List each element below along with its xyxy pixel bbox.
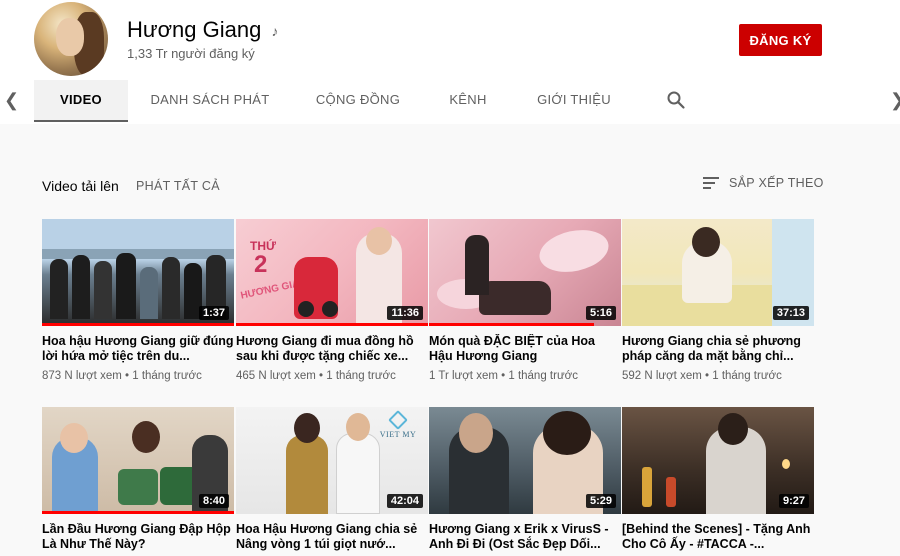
tab-video[interactable]: VIDEO — [34, 80, 128, 122]
video-duration: 11:36 — [387, 306, 423, 320]
video-thumbnail[interactable]: 8:40 — [42, 407, 234, 514]
video-duration: 8:40 — [198, 494, 229, 508]
section-title: Video tải lên — [42, 178, 119, 194]
video-duration: 5:16 — [585, 306, 616, 320]
tab-community[interactable]: CỘNG ĐỒNG — [310, 80, 406, 122]
video-meta: 592 N lượt xem • 1 tháng trước — [622, 370, 814, 382]
thumb-text-number: 2 — [254, 251, 268, 278]
video-views: 873 N lượt xem — [42, 370, 122, 382]
video-duration: 42:04 — [386, 494, 423, 508]
video-title[interactable]: Hương Giang chia sẻ phương pháp căng da … — [622, 334, 814, 364]
sort-icon — [703, 176, 719, 190]
video-thumbnail[interactable]: 9:27 — [622, 407, 814, 514]
video-duration: 9:27 — [778, 494, 809, 508]
tabs-scroll-left-icon[interactable]: ❮ — [4, 90, 19, 111]
video-meta: 465 N lượt xem • 1 tháng trước — [236, 370, 428, 382]
tab-playlists[interactable]: DANH SÁCH PHÁT — [146, 80, 274, 122]
subscriber-count: 1,33 Tr người đăng ký — [127, 46, 255, 61]
subscribe-button[interactable]: ĐĂNG KÝ — [739, 24, 822, 56]
viet-my-logo-text: VIET MY — [379, 430, 417, 439]
video-duration: 1:37 — [198, 306, 229, 320]
search-icon[interactable] — [666, 90, 686, 110]
tab-about[interactable]: GIỚI THIỆU — [532, 80, 616, 122]
video-meta: 873 N lượt xem • 1 tháng trước — [42, 370, 234, 382]
video-title[interactable]: Hoa hậu Hương Giang giữ đúng lời hứa mở … — [42, 334, 234, 364]
video-age: 1 tháng trước — [132, 370, 202, 382]
channel-name-row: Hương Giang ♪ — [127, 17, 278, 43]
watched-progress-bar — [236, 323, 428, 326]
video-duration: 5:29 — [585, 494, 616, 508]
meta-separator: • — [319, 370, 324, 382]
video-card[interactable]: 9:27 [Behind the Scenes] - Tặng Anh Cho … — [622, 407, 814, 552]
video-age: 1 tháng trước — [712, 370, 782, 382]
play-all-button[interactable]: PHÁT TẤT CẢ — [136, 179, 220, 193]
channel-name: Hương Giang — [127, 17, 262, 42]
video-title[interactable]: Hoa Hậu Hương Giang chia sẻ Nâng vòng 1 … — [236, 522, 428, 552]
video-thumbnail[interactable]: VIET MY 42:04 — [236, 407, 428, 514]
video-meta: 1 Tr lượt xem • 1 tháng trước — [429, 370, 621, 382]
video-views: 592 N lượt xem — [622, 370, 702, 382]
watched-progress-bar — [429, 323, 595, 326]
video-title[interactable]: Hương Giang đi mua đồng hồ sau khi được … — [236, 334, 428, 364]
video-thumbnail[interactable]: 37:13 — [622, 219, 814, 326]
video-card[interactable]: 5:16 Món quà ĐẶC BIỆT của Hoa Hậu Hương … — [429, 219, 621, 382]
video-card[interactable]: VIET MY 42:04 Hoa Hậu Hương Giang chia s… — [236, 407, 428, 552]
video-title[interactable]: [Behind the Scenes] - Tặng Anh Cho Cô Ấy… — [622, 522, 814, 552]
sort-label: SẮP XẾP THEO — [729, 176, 824, 190]
watched-progress-bar — [42, 511, 234, 514]
video-card[interactable]: THỨ 2 HƯƠNG GIANG 11:36 Hương Giang đi m… — [236, 219, 428, 382]
video-age: 1 tháng trước — [508, 370, 578, 382]
video-thumbnail[interactable]: 5:29 — [429, 407, 621, 514]
avatar-face — [56, 18, 84, 56]
video-card[interactable]: 5:29 Hương Giang x Erik x VirusS - Anh Đ… — [429, 407, 621, 552]
video-title[interactable]: Lần Đầu Hương Giang Đập Hộp Là Như Thế N… — [42, 522, 234, 552]
sort-button[interactable]: SẮP XẾP THEO — [703, 176, 824, 190]
meta-separator: • — [501, 370, 506, 382]
meta-separator: • — [125, 370, 130, 382]
video-card[interactable]: 1:37 Hoa hậu Hương Giang giữ đúng lời hứ… — [42, 219, 234, 382]
channel-tabs: ❮ VIDEO DANH SÁCH PHÁT CỘNG ĐỒNG KÊNH GI… — [0, 78, 900, 122]
video-duration: 37:13 — [772, 306, 809, 320]
video-thumbnail[interactable]: 1:37 — [42, 219, 234, 326]
viet-my-logo: VIET MY — [376, 410, 420, 439]
tabs-scroll-right-icon[interactable]: ❯ — [890, 90, 900, 111]
music-note-icon: ♪ — [271, 23, 279, 39]
channel-avatar[interactable] — [34, 2, 108, 76]
video-title[interactable]: Hương Giang x Erik x VirusS - Anh Đi Đi … — [429, 522, 621, 552]
video-title[interactable]: Món quà ĐẶC BIỆT của Hoa Hậu Hương Giang — [429, 334, 621, 364]
video-thumbnail[interactable]: THỨ 2 HƯƠNG GIANG 11:36 — [236, 219, 428, 326]
watched-progress-bar — [42, 323, 234, 326]
video-card[interactable]: 37:13 Hương Giang chia sẻ phương pháp că… — [622, 219, 814, 382]
uploads-section-header: Video tải lên PHÁT TẤT CẢ SẮP XẾP THEO — [0, 170, 900, 200]
tab-channels[interactable]: KÊNH — [440, 80, 496, 122]
video-views: 465 N lượt xem — [236, 370, 316, 382]
video-card[interactable]: 8:40 Lần Đầu Hương Giang Đập Hộp Là Như … — [42, 407, 234, 552]
meta-separator: • — [705, 370, 710, 382]
video-thumbnail[interactable]: 5:16 — [429, 219, 621, 326]
video-views: 1 Tr lượt xem — [429, 370, 498, 382]
channel-header: Hương Giang ♪ 1,33 Tr người đăng ký ĐĂNG… — [0, 0, 900, 124]
video-age: 1 tháng trước — [326, 370, 396, 382]
